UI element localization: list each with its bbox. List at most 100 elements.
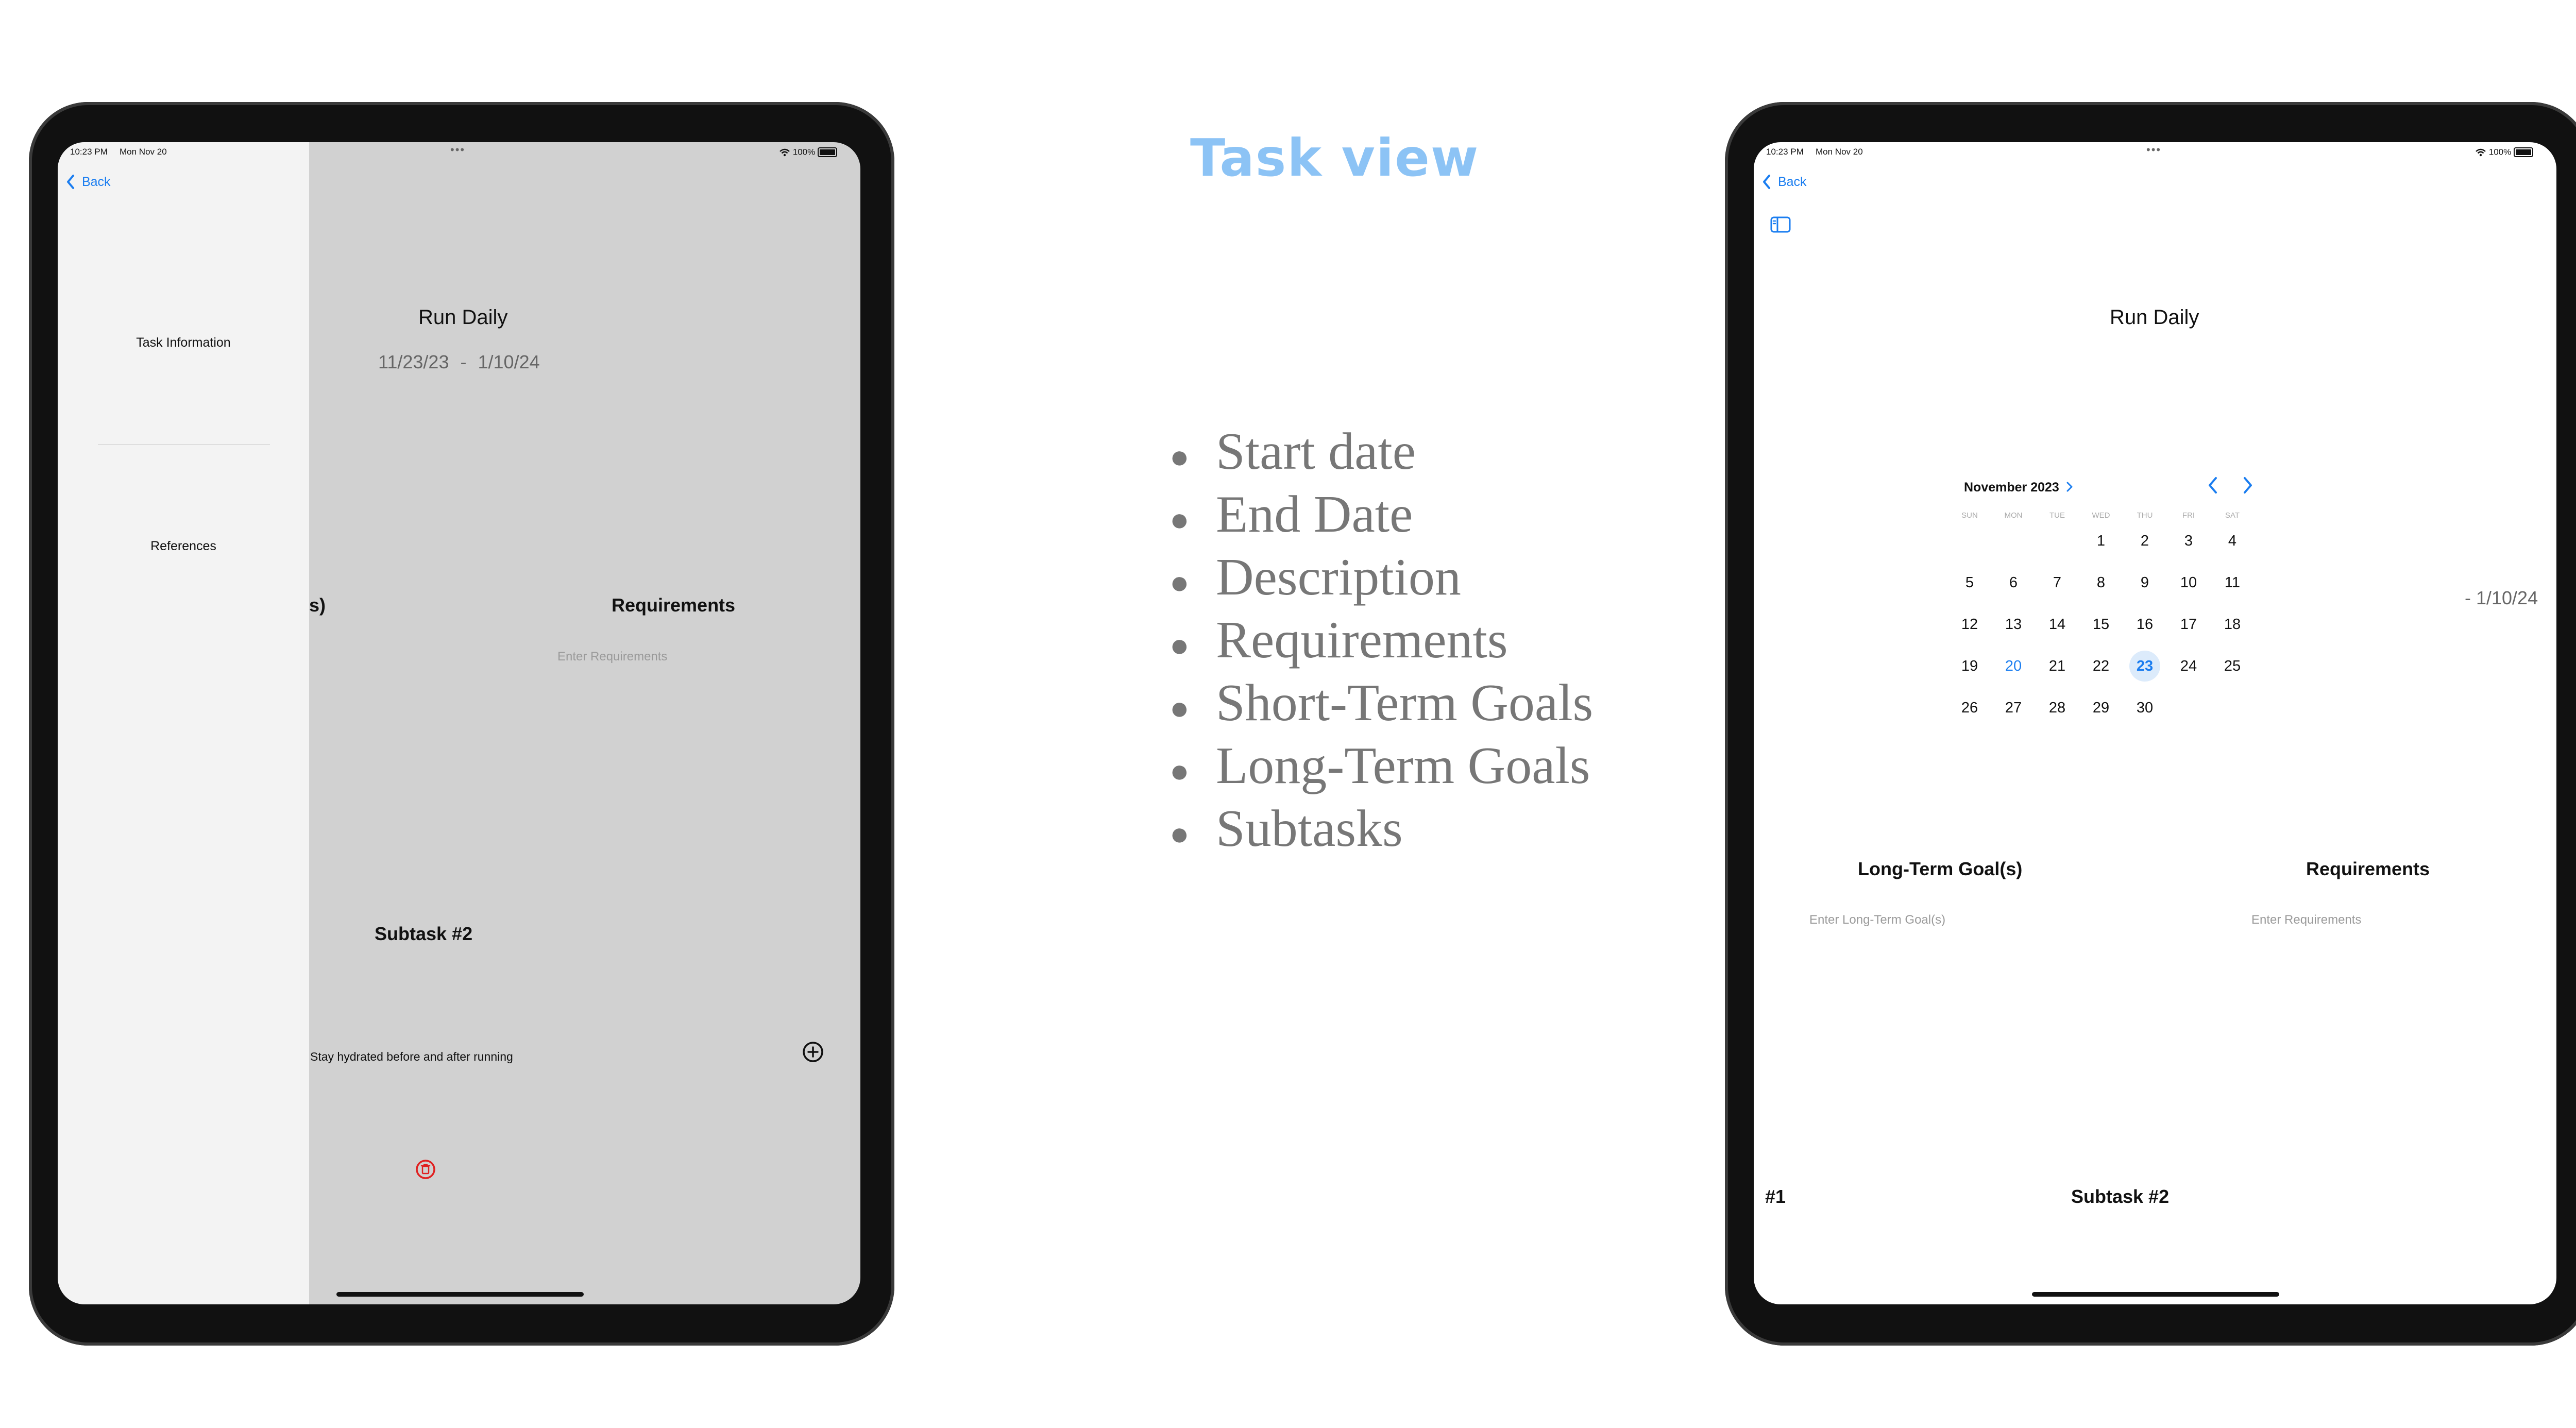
back-label: Back — [81, 174, 111, 189]
calendar-day-11[interactable]: 11 — [2217, 567, 2248, 598]
bullet-item: ● Short-Term Goals — [1170, 673, 1593, 733]
calendar-day-13[interactable]: 13 — [1998, 609, 2029, 640]
status-right: 100% — [779, 147, 837, 158]
calendar-day-25[interactable]: 25 — [2217, 651, 2248, 682]
calendar-day-8[interactable]: 8 — [2086, 567, 2116, 598]
bullet-dot: ● — [1170, 626, 1190, 664]
bullet-item: ● Requirements — [1170, 610, 1508, 670]
multitask-dots[interactable]: ••• — [2146, 143, 2161, 157]
calendar-month-picker[interactable]: November 2023 — [1964, 480, 2073, 495]
ipad-frame-right: 10:23 PM Mon Nov 20 ••• 100% Back Run Da… — [1725, 102, 2576, 1346]
calendar-weekday-thu: THU — [2137, 511, 2153, 520]
calendar-day-16[interactable]: 16 — [2129, 609, 2160, 640]
calendar-day-9[interactable]: 9 — [2129, 567, 2160, 598]
chevron-right-icon — [2244, 477, 2252, 494]
slide-heading: Task view — [1190, 128, 1480, 188]
task-title: Run Daily — [418, 306, 508, 329]
calendar-day-4[interactable]: 4 — [2217, 525, 2248, 556]
calendar-day-14[interactable]: 14 — [2042, 609, 2073, 640]
calendar-day-27[interactable]: 27 — [1998, 692, 2029, 723]
add-subtask-button[interactable] — [802, 1041, 824, 1066]
back-button[interactable]: Back — [66, 174, 111, 190]
status-date: Mon Nov 20 — [1816, 147, 1863, 157]
status-date: Mon Nov 20 — [120, 147, 167, 157]
chevron-right-icon — [2066, 482, 2073, 492]
requirements-input[interactable]: Enter Requirements — [2251, 913, 2361, 927]
calendar-day-10[interactable]: 10 — [2173, 567, 2204, 598]
battery-icon — [817, 147, 837, 158]
battery-percent: 100% — [792, 147, 816, 157]
end-date-partial[interactable]: - 1/10/24 — [2465, 587, 2538, 609]
calendar-day-30[interactable]: 30 — [2129, 692, 2160, 723]
calendar-day-6[interactable]: 6 — [1998, 567, 2029, 598]
calendar-day-29[interactable]: 29 — [2086, 692, 2116, 723]
calendar-day-2[interactable]: 2 — [2129, 525, 2160, 556]
chevron-left-icon — [67, 175, 74, 190]
calendar-day-12[interactable]: 12 — [1954, 609, 1985, 640]
wifi-icon — [779, 148, 790, 156]
calendar-weekday-mon: MON — [2004, 511, 2023, 520]
add-circle-icon — [803, 1042, 823, 1062]
calendar-day-17[interactable]: 17 — [2173, 609, 2204, 640]
calendar-day-21[interactable]: 21 — [2042, 651, 2073, 682]
cut-section-heading: s) — [309, 594, 326, 616]
calendar-weekday-tue: TUE — [2049, 511, 2065, 520]
bullet-dot: ● — [1170, 815, 1190, 852]
calendar-day-5[interactable]: 5 — [1954, 567, 1985, 598]
calendar-day-15[interactable]: 15 — [2086, 609, 2116, 640]
calendar-next-button[interactable] — [2242, 476, 2253, 497]
calendar-day-1[interactable]: 1 — [2086, 525, 2116, 556]
home-indicator[interactable] — [336, 1292, 584, 1297]
trash-icon — [416, 1160, 435, 1179]
calendar-day-23[interactable]: 23 — [2129, 651, 2160, 682]
sidebar-toggle-button[interactable] — [1770, 216, 1791, 235]
calendar-day-28[interactable]: 28 — [2042, 692, 2073, 723]
status-time: 10:23 PM — [1766, 147, 1804, 157]
bullet-text: Requirements — [1216, 611, 1508, 669]
sidebar-item-task-information[interactable]: Task Information — [58, 335, 309, 350]
back-label: Back — [1777, 174, 1807, 189]
bullet-dot: ● — [1170, 752, 1190, 789]
chevron-left-icon — [1763, 175, 1770, 190]
multitask-dots[interactable]: ••• — [450, 143, 465, 157]
bullet-item: ● Description — [1170, 547, 1461, 607]
bullet-dot: ● — [1170, 564, 1190, 601]
wifi-icon — [2476, 148, 2486, 156]
calendar-prev-button[interactable] — [2207, 476, 2218, 497]
bullet-text: Short-Term Goals — [1216, 674, 1594, 732]
bullet-dot: ● — [1170, 438, 1190, 475]
delete-subtask-button[interactable] — [415, 1159, 436, 1182]
long-term-goals-heading: Long-Term Goal(s) — [1858, 858, 2023, 879]
task-title: Run Daily — [2110, 306, 2199, 329]
battery-icon — [2513, 147, 2533, 158]
subtask-heading: Subtask #2 — [375, 923, 473, 944]
calendar-day-22[interactable]: 22 — [2086, 651, 2116, 682]
bullet-item: ● End Date — [1170, 484, 1413, 545]
long-term-goals-input[interactable]: Enter Long-Term Goal(s) — [1809, 913, 1945, 927]
calendar-day-24[interactable]: 24 — [2173, 651, 2204, 682]
calendar-day-3[interactable]: 3 — [2173, 525, 2204, 556]
bullet-item: ● Long-Term Goals — [1170, 736, 1590, 796]
calendar-day-26[interactable]: 26 — [1954, 692, 1985, 723]
calendar-day-18[interactable]: 18 — [2217, 609, 2248, 640]
date-range: 11/23/23 - 1/10/24 — [378, 351, 540, 373]
bullet-item: ● Start date — [1170, 421, 1416, 482]
ipad-screen-right: 10:23 PM Mon Nov 20 ••• 100% Back Run Da… — [1754, 142, 2556, 1304]
calendar-day-20[interactable]: 20 — [1998, 651, 2029, 682]
start-date[interactable]: 11/23/23 — [378, 351, 449, 372]
end-date[interactable]: 1/10/24 — [478, 351, 540, 372]
subtask-text[interactable]: Stay hydrated before and after running — [310, 1050, 513, 1064]
battery-percent: 100% — [2488, 147, 2512, 157]
back-button[interactable]: Back — [1762, 174, 1807, 190]
calendar-weekday-wed: WED — [2092, 511, 2110, 520]
requirements-input[interactable]: Enter Requirements — [557, 650, 667, 664]
calendar-day-19[interactable]: 19 — [1954, 651, 1985, 682]
home-indicator[interactable] — [2032, 1292, 2279, 1297]
ipad-frame-left: 10:23 PM Mon Nov 20 Back Task Informatio… — [29, 102, 894, 1346]
sidebar: 10:23 PM Mon Nov 20 Back Task Informatio… — [58, 142, 309, 1304]
calendar-weekday-sat: SAT — [2225, 511, 2240, 520]
sidebar-item-references[interactable]: References — [58, 539, 309, 554]
bullet-text: Long-Term Goals — [1216, 737, 1590, 795]
calendar-day-7[interactable]: 7 — [2042, 567, 2073, 598]
requirements-heading: Requirements — [2306, 858, 2430, 879]
